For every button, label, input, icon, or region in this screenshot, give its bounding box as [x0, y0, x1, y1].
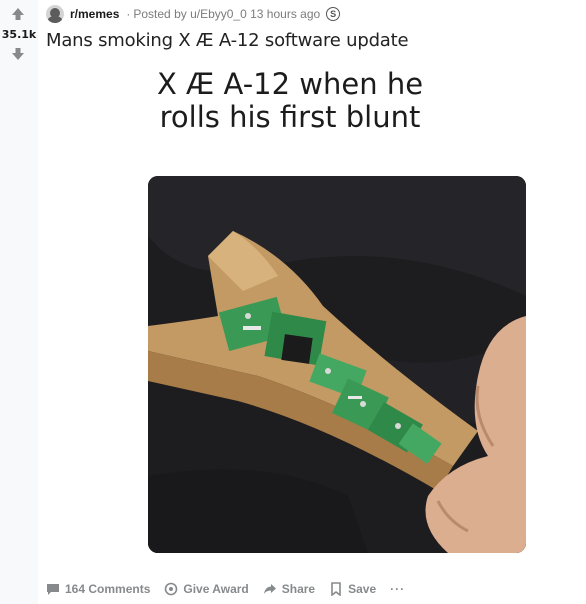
save-label: Save: [348, 582, 377, 596]
save-button[interactable]: Save: [329, 582, 376, 596]
post-header: r/memes · Posted by u/Ebyy0_0 13 hours a…: [46, 4, 341, 24]
meme-image[interactable]: [148, 176, 526, 553]
share-icon: [263, 584, 276, 594]
post-actions: 164 Comments Give Award Share Save ···: [46, 578, 419, 600]
more-options-button[interactable]: ···: [390, 582, 405, 596]
comments-label: 164 Comments: [65, 582, 151, 596]
share-label: Share: [281, 582, 316, 596]
give-award-button[interactable]: Give Award: [164, 582, 249, 596]
give-award-label: Give Award: [183, 582, 249, 596]
comment-icon: [47, 584, 59, 595]
posted-by-text: Posted by u/Ebyy0_0 13 hours ago: [133, 7, 321, 21]
award-icon: S: [326, 7, 341, 21]
share-button[interactable]: Share: [263, 582, 315, 596]
upvote-arrow-icon[interactable]: [10, 6, 26, 22]
meme-caption-line-1: X Æ A-12 when he: [156, 67, 424, 101]
subreddit-avatar-icon[interactable]: [46, 5, 64, 23]
post-title[interactable]: Mans smoking X Æ A-12 software update: [46, 30, 409, 51]
vote-count: 35.1k: [1, 28, 37, 41]
vote-column: 35.1k: [0, 0, 38, 604]
meme-caption: X Æ A-12 when he rolls his first blunt: [90, 68, 490, 134]
award-icon: [165, 582, 178, 596]
meme-caption-line-2: rolls his first blunt: [159, 100, 421, 134]
bookmark-icon: [331, 582, 341, 596]
comments-button[interactable]: 164 Comments: [46, 582, 150, 596]
downvote-arrow-icon[interactable]: [10, 46, 26, 62]
separator-dot: ·: [126, 7, 131, 21]
subreddit-link[interactable]: r/memes: [70, 7, 119, 21]
